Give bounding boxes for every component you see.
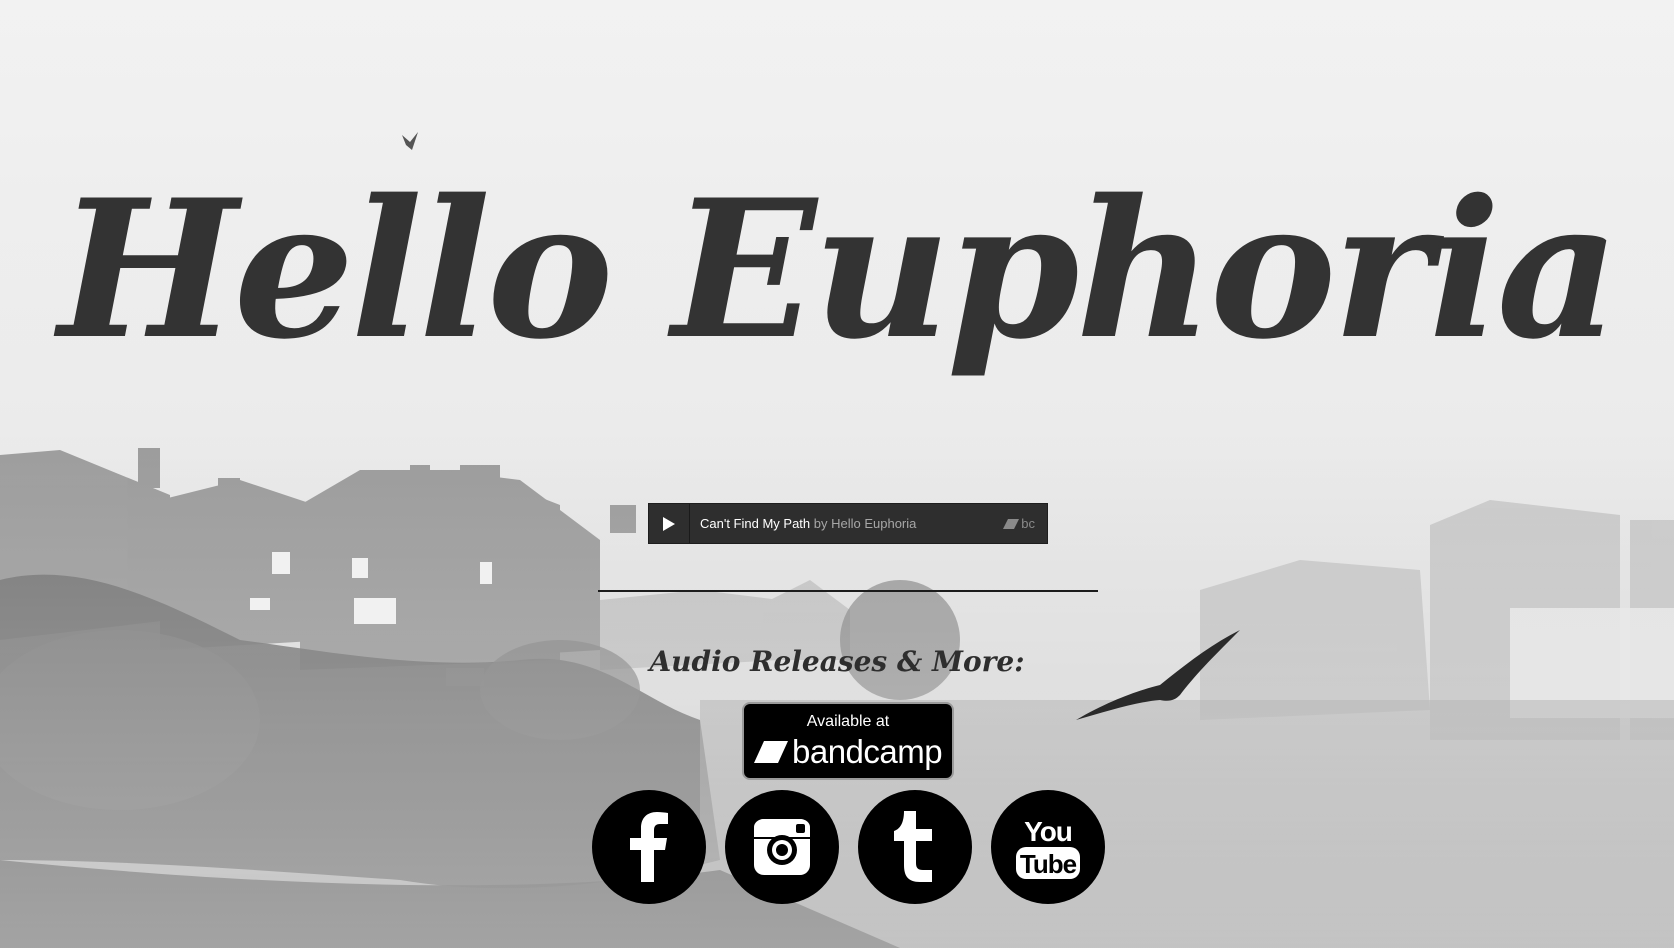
- track-info[interactable]: Can't Find My Path by Hello Euphoria: [700, 516, 1003, 531]
- tumblr-link[interactable]: [858, 790, 972, 904]
- bandcamp-mark-icon: [1003, 518, 1020, 529]
- site-title: Hello Euphoria: [58, 158, 1620, 381]
- facebook-link[interactable]: [592, 790, 706, 904]
- play-button[interactable]: [649, 504, 690, 543]
- youtube-link[interactable]: You Tube: [991, 790, 1105, 904]
- facebook-icon: [630, 812, 668, 882]
- youtube-you-text: You: [1024, 816, 1072, 847]
- youtube-tube-text: Tube: [1020, 849, 1077, 879]
- instagram-icon: [754, 819, 810, 875]
- tumblr-icon: [894, 811, 932, 882]
- bandcamp-logo[interactable]: bc: [1003, 516, 1035, 531]
- track-title[interactable]: Can't Find My Path: [700, 516, 810, 531]
- bandcamp-icon: [754, 741, 788, 763]
- badge-available-text: Available at: [806, 713, 890, 730]
- background-image: [0, 0, 1674, 948]
- bandcamp-player: Can't Find My Path by Hello Euphoria bc: [648, 503, 1048, 544]
- bandcamp-badge-link[interactable]: Available at bandcamp: [742, 702, 954, 780]
- releases-heading: Audio Releases & More:: [649, 645, 1025, 678]
- youtube-icon: You Tube: [1016, 816, 1080, 879]
- divider: [598, 590, 1098, 592]
- bandcamp-logo-text: bc: [1021, 516, 1035, 531]
- track-artist[interactable]: by Hello Euphoria: [814, 516, 917, 531]
- play-icon: [663, 516, 675, 531]
- landing-page: Hello Euphoria Can't Find My Path by Hel…: [0, 0, 1674, 948]
- instagram-link[interactable]: [725, 790, 839, 904]
- badge-bandcamp-text: bandcamp: [792, 733, 943, 770]
